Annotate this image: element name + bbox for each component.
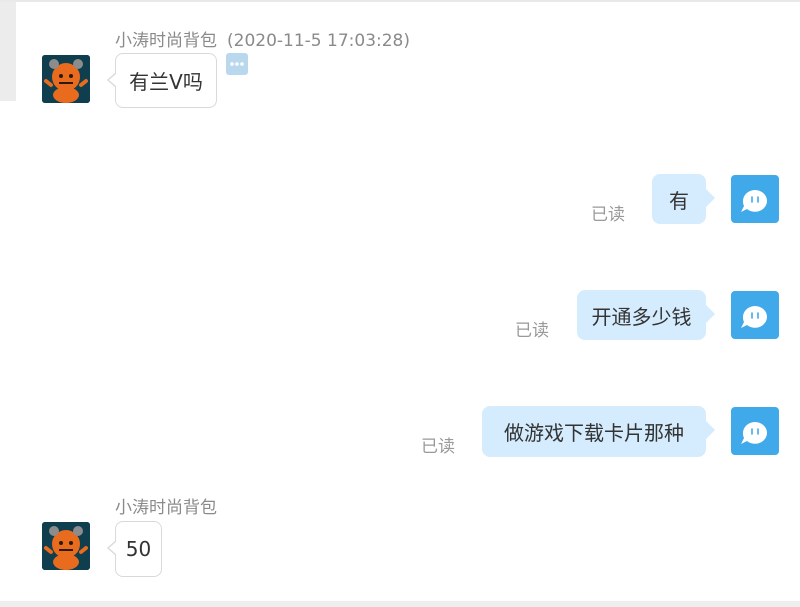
message-bubble-outgoing: 有: [652, 174, 715, 224]
bottom-divider: [0, 601, 800, 607]
message-text: 有: [669, 188, 689, 213]
message-bubble-outgoing: 做游戏下载卡片那种: [482, 406, 715, 457]
self-avatar[interactable]: [731, 175, 779, 223]
more-dots-icon: [230, 62, 244, 66]
read-status: 已读: [515, 321, 549, 341]
scroll-gutter: [0, 2, 16, 101]
top-divider: [0, 0, 800, 2]
message-bubble-outgoing: 开通多少钱: [577, 290, 715, 340]
seller-avatar[interactable]: [42, 55, 90, 103]
pumpkin-avatar-icon: [42, 55, 90, 103]
self-avatar[interactable]: [731, 407, 779, 455]
message-bubble-incoming: 有兰V吗: [107, 53, 217, 108]
message-text: 50: [125, 537, 152, 561]
message-text: 有兰V吗: [129, 70, 203, 94]
sender-name: 小涛时尚背包: [115, 31, 217, 51]
more-options-button[interactable]: [226, 53, 248, 75]
message-text: 做游戏下载卡片那种: [504, 421, 684, 445]
read-status: 已读: [591, 205, 625, 225]
pumpkin-avatar-icon: [42, 522, 90, 570]
message-bubble-incoming: 50: [107, 521, 162, 577]
message-text: 开通多少钱: [591, 304, 692, 329]
sender-header: 小涛时尚背包 (2020-11-5 17:03:28): [115, 26, 410, 51]
sender-header: 小涛时尚背包: [115, 493, 217, 518]
chat-face-icon: [741, 422, 767, 444]
self-avatar[interactable]: [731, 291, 779, 339]
sender-name: 小涛时尚背包: [115, 498, 217, 518]
message-timestamp: (2020-11-5 17:03:28): [227, 31, 410, 51]
chat-face-icon: [741, 190, 767, 212]
seller-avatar[interactable]: [42, 522, 90, 570]
read-status: 已读: [421, 437, 455, 457]
chat-face-icon: [741, 306, 767, 328]
